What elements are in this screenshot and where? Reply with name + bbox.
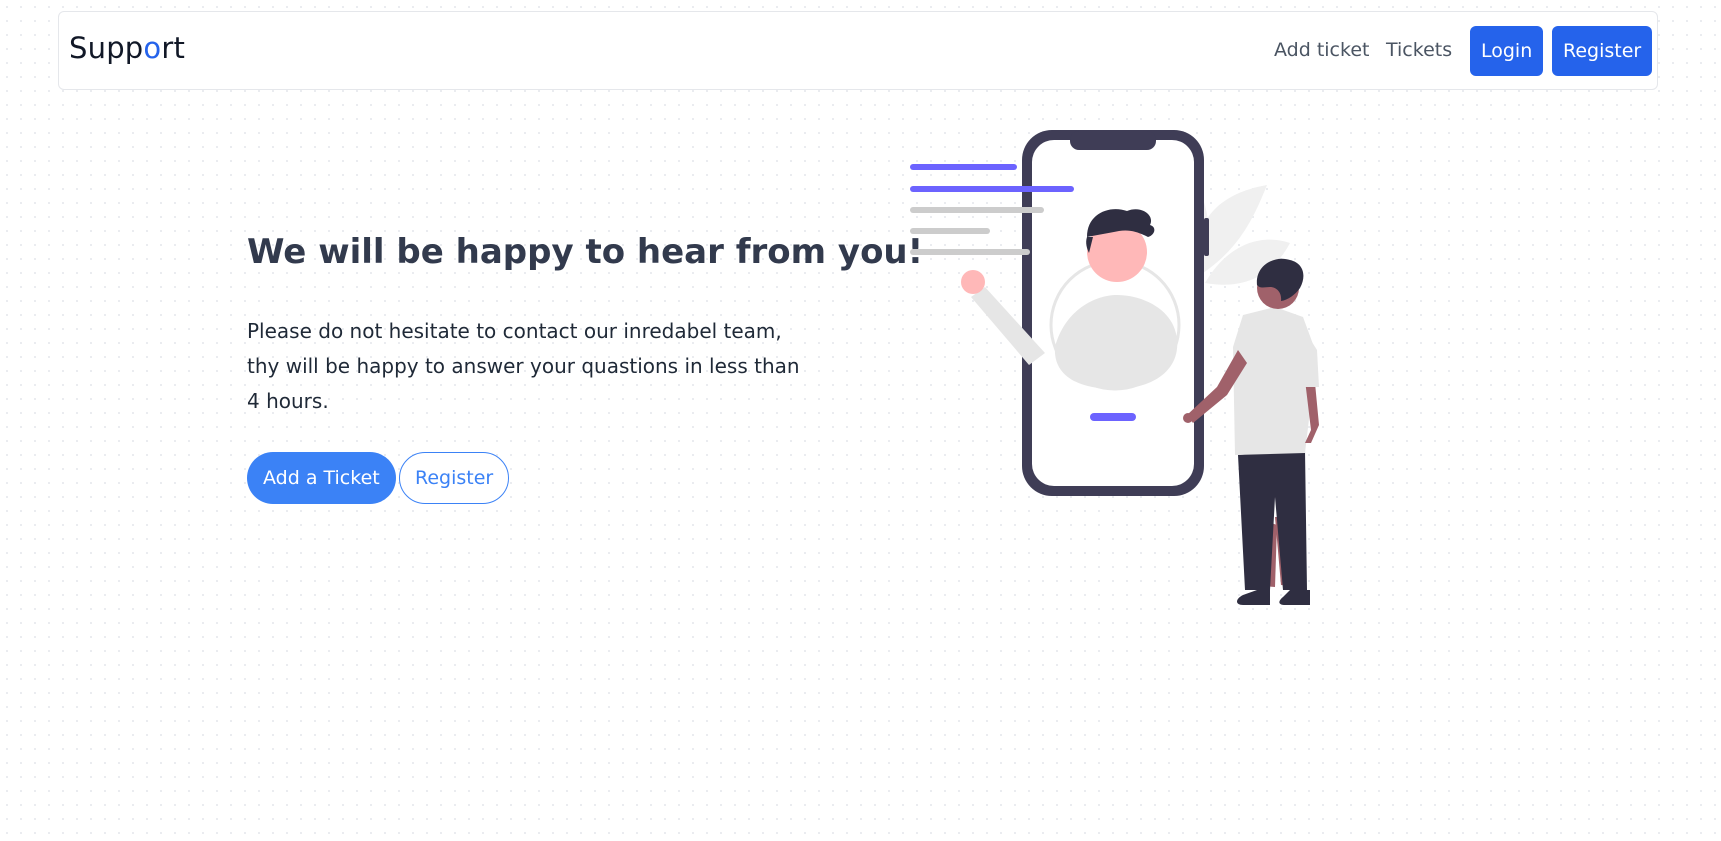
contact-support-illustration <box>910 130 1319 605</box>
login-button[interactable]: Login <box>1470 26 1544 76</box>
add-ticket-button[interactable]: Add a Ticket <box>247 452 396 504</box>
hero-title: We will be happy to hear from you! <box>247 232 924 272</box>
nav-link-tickets[interactable]: Tickets <box>1386 39 1452 61</box>
brand-suffix: rt <box>161 31 186 65</box>
register-button[interactable]: Register <box>1552 26 1653 76</box>
brand-prefix: Supp <box>69 31 144 65</box>
nav-link-add-ticket[interactable]: Add ticket <box>1274 39 1369 61</box>
brand-logo[interactable]: Support <box>69 31 185 65</box>
hero-register-button[interactable]: Register <box>399 452 510 504</box>
hero-description: Please do not hesitate to contact our in… <box>247 319 800 413</box>
brand-accent-letter: o <box>143 31 162 65</box>
navbar: Support Add ticket Tickets Login Registe… <box>58 11 1658 90</box>
